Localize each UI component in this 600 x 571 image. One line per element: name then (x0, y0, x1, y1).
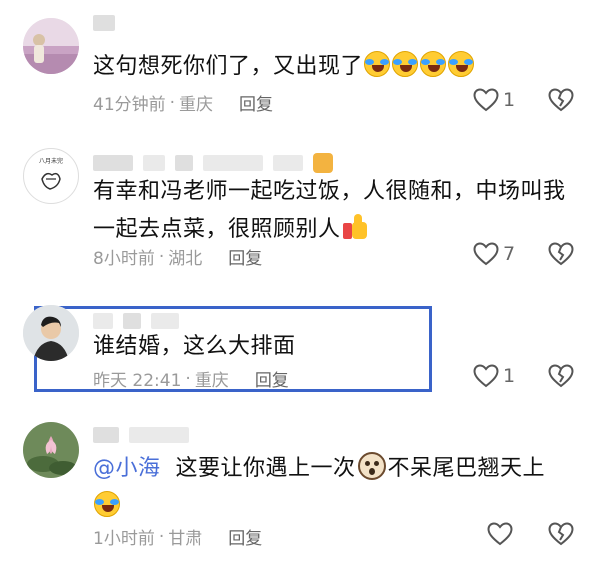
broken-heart-icon (548, 364, 574, 388)
like-button[interactable]: 1 (473, 88, 515, 112)
like-count: 1 (503, 89, 516, 111)
timestamp: 41分钟前 (93, 95, 166, 115)
timestamp: 8小时前 (93, 249, 155, 269)
reply-button[interactable]: 回复 (228, 244, 262, 269)
laughing-crying-emoji (363, 51, 475, 79)
location: 重庆 (179, 95, 214, 115)
heart-outline-icon (473, 242, 499, 266)
dog-face-emoji (357, 452, 386, 480)
username-redacted[interactable] (93, 12, 115, 34)
broken-heart-icon (548, 88, 574, 112)
avatar[interactable]: 八月未完 (23, 148, 79, 204)
comment-text: @小海 这要让你遇上一次 不呆尾巴翘天上 (93, 450, 570, 526)
heart-outline-icon (487, 522, 513, 546)
like-button[interactable]: 1 (473, 364, 515, 388)
location: 甘肃 (168, 529, 203, 549)
comment-text: 谁结婚，这么大排面 (93, 334, 296, 359)
like-button[interactable] (487, 522, 513, 546)
avatar[interactable] (23, 422, 79, 478)
comment-meta: 昨天 22:41 · 重庆 回复 (93, 366, 289, 392)
comment-text: 这句想死你们了，又出现了 (93, 48, 570, 86)
comment-meta: 41分钟前 · 重庆 回复 (93, 90, 273, 116)
svg-text:八月未完: 八月未完 (39, 157, 63, 165)
reply-button[interactable]: 回复 (228, 524, 262, 549)
mention-link[interactable]: @小海 (93, 456, 161, 481)
username-redacted[interactable] (93, 424, 189, 446)
heart-outline-icon (473, 364, 499, 388)
dislike-button[interactable] (548, 242, 574, 270)
broken-heart-icon (548, 522, 574, 546)
like-count: 1 (503, 365, 516, 387)
dislike-button[interactable] (548, 522, 574, 550)
broken-heart-icon (548, 242, 574, 266)
heart-outline-icon (473, 88, 499, 112)
timestamp: 1小时前 (93, 529, 155, 549)
dislike-button[interactable] (548, 364, 574, 392)
like-button[interactable]: 7 (473, 242, 515, 266)
location: 重庆 (194, 371, 229, 391)
username-redacted[interactable] (93, 152, 333, 174)
location: 湖北 (168, 249, 203, 269)
comment-meta: 8小时前 · 湖北 回复 (93, 244, 262, 270)
like-count: 7 (503, 243, 516, 265)
reply-button[interactable]: 回复 (255, 366, 289, 391)
reply-button[interactable]: 回复 (239, 90, 273, 115)
timestamp: 昨天 22:41 (93, 371, 182, 391)
badge-emoji (313, 153, 333, 173)
avatar[interactable] (23, 305, 79, 361)
dislike-button[interactable] (548, 88, 574, 116)
thumbs-up-emoji (341, 213, 369, 241)
laughing-crying-emoji (94, 491, 120, 517)
avatar[interactable] (23, 18, 79, 74)
comment-text: 有幸和冯老师一起吃过饭，人很随和，中场叫我 一起去点菜，很照顾别人 (93, 179, 566, 242)
comment-meta: 1小时前 · 甘肃 回复 (93, 524, 262, 550)
